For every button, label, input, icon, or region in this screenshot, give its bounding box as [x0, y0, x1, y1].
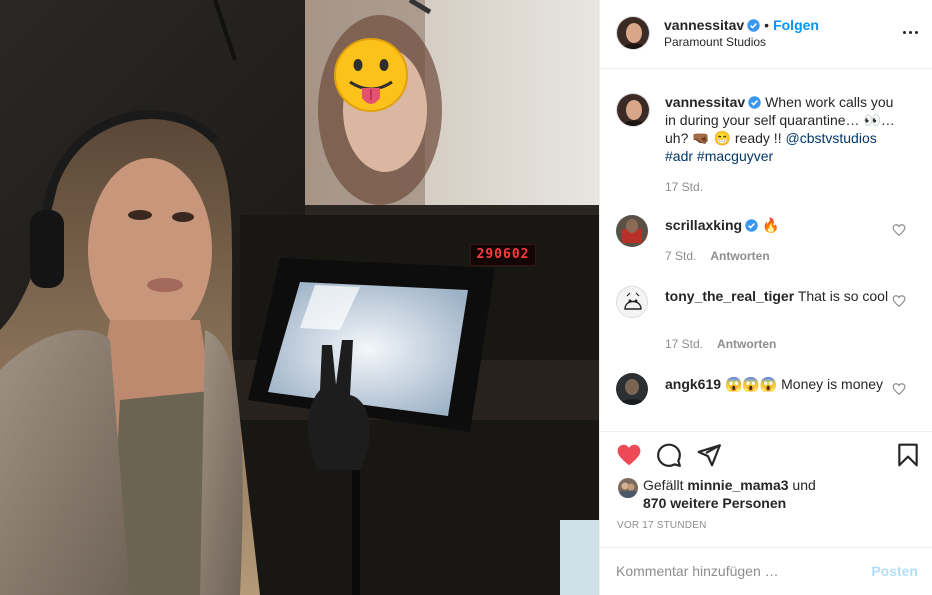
- avatar-image: [616, 373, 648, 405]
- comment-avatar[interactable]: [616, 373, 648, 405]
- heart-outline-icon[interactable]: [892, 294, 906, 308]
- comment-input[interactable]: [616, 560, 856, 582]
- liker-username[interactable]: minnie_mama3: [687, 477, 788, 493]
- avatar-image: [617, 287, 647, 317]
- comment-username[interactable]: tony_the_real_tiger: [665, 288, 794, 304]
- comments-list[interactable]: vannessitav When work calls you in durin…: [600, 70, 932, 430]
- more-options-icon[interactable]: [901, 22, 921, 42]
- hashtag-link[interactable]: #macguyver: [697, 148, 773, 164]
- comment-meta: 7 Std. Antworten: [665, 249, 770, 263]
- heart-filled-icon[interactable]: [616, 442, 642, 468]
- timecode-display: 290602: [470, 244, 536, 266]
- heart-outline-icon[interactable]: [892, 382, 906, 396]
- post-actions: Gefällt minnie_mama3 und 870 weitere Per…: [600, 431, 932, 531]
- header-username[interactable]: vannessitav: [664, 17, 744, 33]
- caption-avatar[interactable]: [616, 93, 650, 127]
- comment-body: 😱😱😱 Money is money: [724, 376, 884, 392]
- likes-others-link[interactable]: 870 weitere Personen: [643, 495, 786, 511]
- verified-badge-icon: [745, 219, 758, 232]
- add-comment-bar: Posten: [600, 547, 932, 595]
- comment-text: scrillaxking 🔥: [665, 216, 905, 234]
- comment-avatar[interactable]: [616, 215, 648, 247]
- verified-badge-icon: [748, 96, 761, 109]
- comment-avatar[interactable]: [616, 286, 648, 318]
- reply-button[interactable]: Antworten: [717, 337, 776, 351]
- bookmark-icon[interactable]: [895, 442, 921, 468]
- comment-meta: 17 Std. Antworten: [665, 337, 776, 351]
- heart-outline-icon[interactable]: [892, 223, 906, 237]
- instagram-post-modal: 290602 vannessitav • Folgen Paramount St…: [0, 0, 932, 595]
- comment-bubble-icon[interactable]: [656, 442, 682, 468]
- post-comment-button[interactable]: Posten: [871, 563, 918, 579]
- post-header: vannessitav • Folgen Paramount Studios: [600, 0, 932, 69]
- avatar-image: [618, 478, 638, 498]
- post-timestamp[interactable]: VOR 17 STUNDEN: [617, 520, 707, 531]
- comment-body: 🔥: [761, 217, 780, 233]
- likes-conj: und: [792, 477, 816, 493]
- header-user-line: vannessitav • Folgen: [664, 17, 819, 35]
- tongue-emoji-sticker: [334, 38, 408, 112]
- reply-button[interactable]: Antworten: [710, 249, 769, 263]
- avatar-image: [617, 17, 649, 49]
- caption-time: 17 Std.: [665, 180, 703, 194]
- comment-username[interactable]: scrillaxking: [665, 217, 742, 233]
- post-photo[interactable]: 290602: [0, 0, 599, 595]
- likes-prefix: Gefällt: [643, 477, 684, 493]
- caption-time-label[interactable]: 17 Std.: [665, 180, 703, 194]
- mention-link[interactable]: @cbstvstudios: [785, 130, 876, 146]
- location-link[interactable]: Paramount Studios: [664, 35, 766, 49]
- comment-text: angk619 😱😱😱 Money is money: [665, 375, 905, 393]
- follow-button[interactable]: Folgen: [773, 17, 819, 33]
- comment-username[interactable]: angk619: [665, 376, 721, 392]
- hashtag-link[interactable]: #adr: [665, 148, 693, 164]
- caption-username[interactable]: vannessitav: [665, 94, 745, 110]
- comment-text: tony_the_real_tiger That is so cool: [665, 287, 905, 305]
- verified-badge-icon: [747, 19, 760, 32]
- likes-summary: Gefällt minnie_mama3 und 870 weitere Per…: [643, 476, 816, 512]
- comment-body: That is so cool: [797, 288, 889, 304]
- liker-avatar[interactable]: [618, 478, 638, 498]
- post-details-panel: vannessitav • Folgen Paramount Studios van…: [599, 0, 932, 595]
- avatar-image: [617, 94, 649, 126]
- comment-time[interactable]: 7 Std.: [665, 249, 696, 263]
- paper-plane-icon[interactable]: [696, 442, 722, 468]
- avatar-image: [616, 215, 648, 247]
- comment-time[interactable]: 17 Std.: [665, 337, 703, 351]
- caption-text: vannessitav When work calls you in durin…: [665, 93, 905, 165]
- author-avatar[interactable]: [616, 16, 650, 50]
- separator-dot: •: [764, 17, 770, 33]
- photo-illustration: [0, 0, 599, 595]
